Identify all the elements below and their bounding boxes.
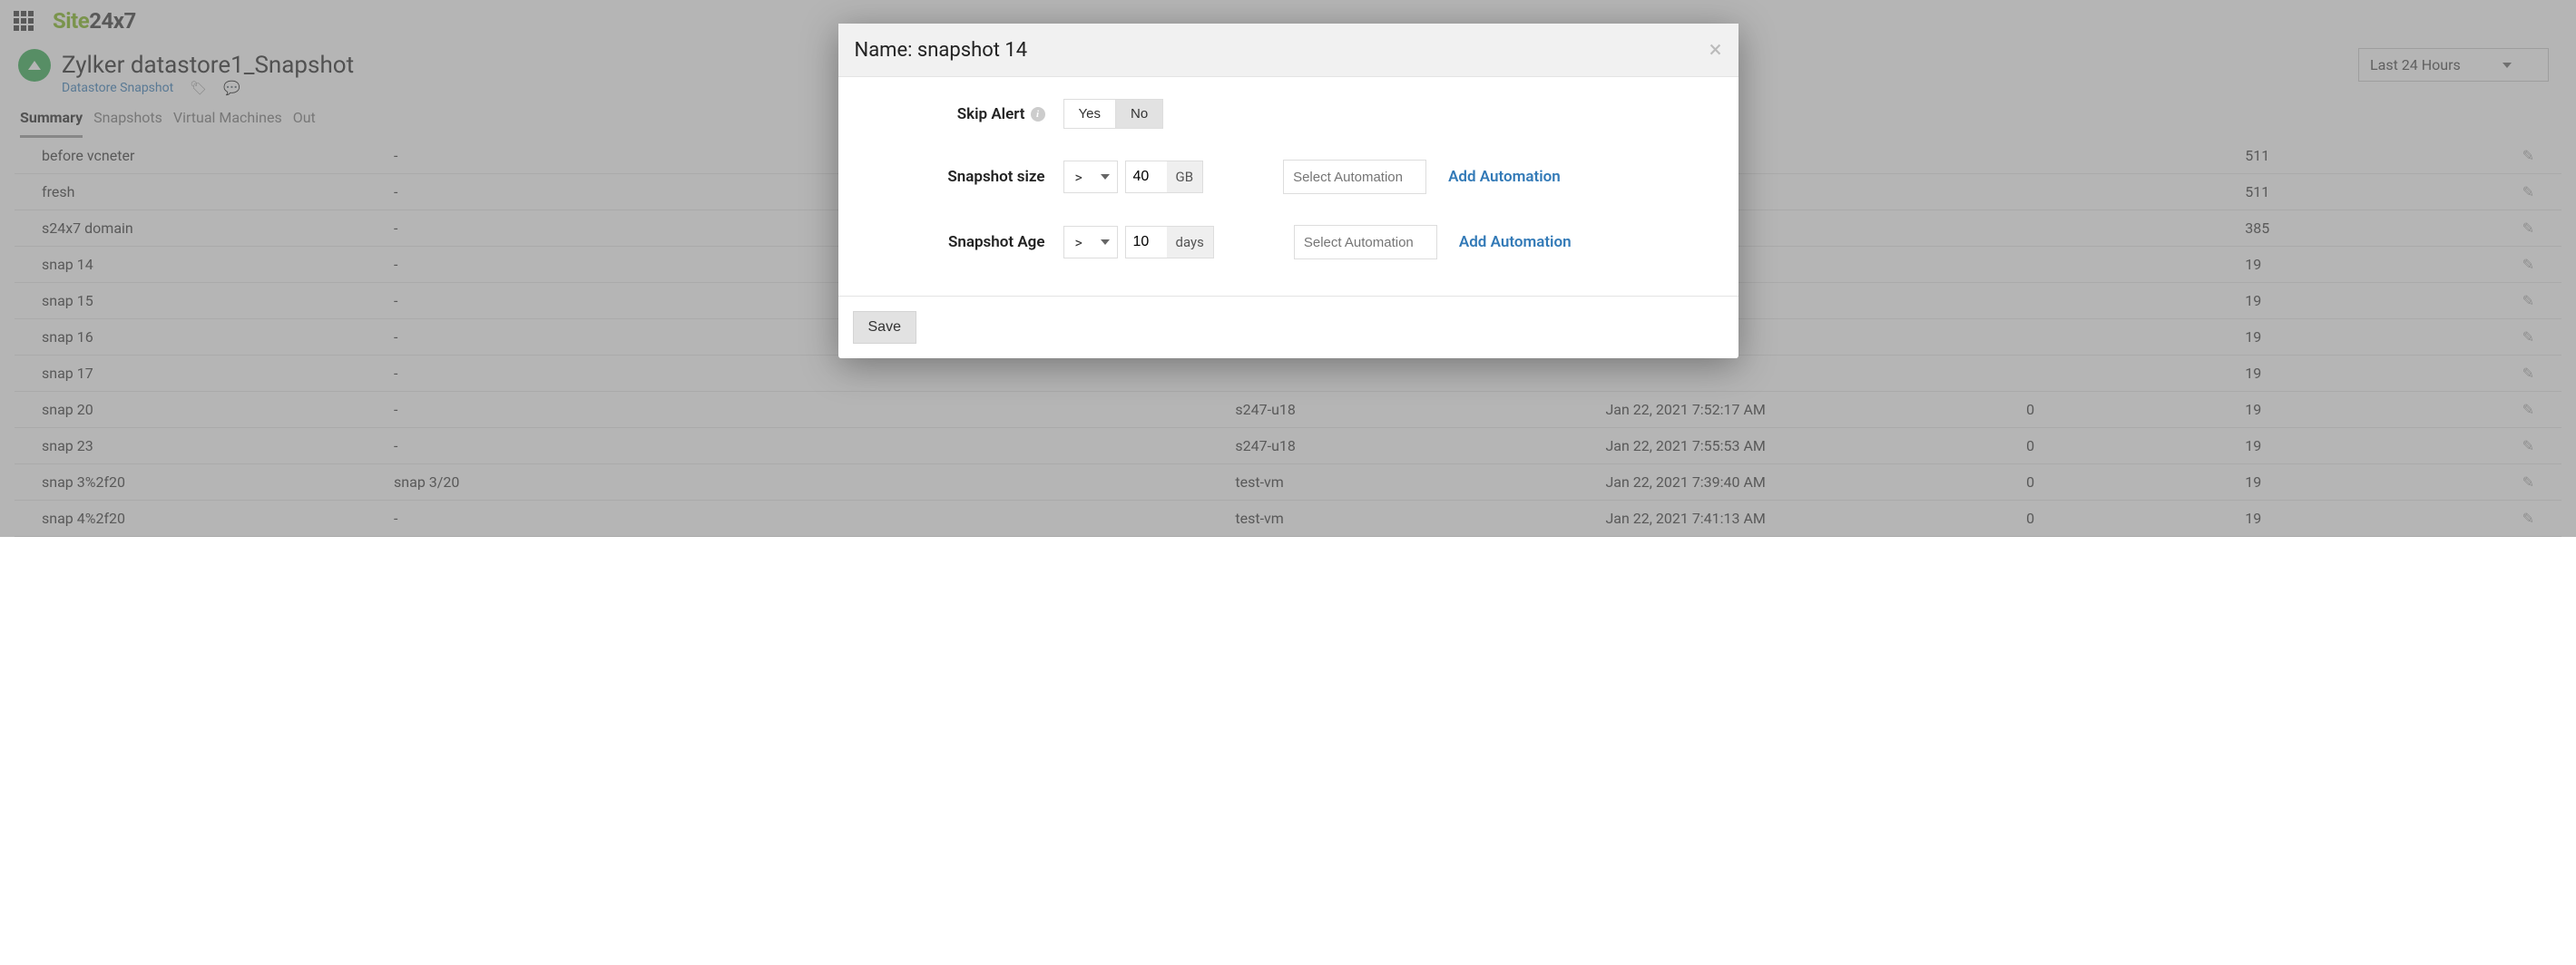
modal-header: Name: snapshot 14 × — [838, 24, 1739, 77]
add-automation-age[interactable]: Add Automation — [1459, 233, 1572, 251]
info-icon[interactable]: i — [1031, 107, 1045, 122]
chevron-down-icon — [1101, 174, 1110, 180]
modal-overlay: Name: snapshot 14 × Skip Alert i Yes No — [0, 0, 2576, 537]
skip-alert-no[interactable]: No — [1115, 100, 1162, 128]
threshold-modal: Name: snapshot 14 × Skip Alert i Yes No — [838, 24, 1739, 358]
size-automation-select[interactable] — [1283, 160, 1426, 194]
skip-alert-yes[interactable]: Yes — [1064, 100, 1115, 128]
age-automation-select[interactable] — [1294, 225, 1437, 259]
chevron-down-icon — [1101, 239, 1110, 245]
age-operator-select[interactable]: > — [1063, 226, 1118, 258]
snapshot-size-label: Snapshot size — [947, 168, 1044, 186]
save-button[interactable]: Save — [853, 311, 916, 344]
close-icon[interactable]: × — [1709, 38, 1722, 62]
snapshot-age-label: Snapshot Age — [948, 233, 1045, 251]
age-unit-label: days — [1167, 226, 1214, 258]
skip-alert-toggle: Yes No — [1063, 99, 1164, 129]
skip-alert-label: Skip Alert — [957, 105, 1025, 123]
add-automation-size[interactable]: Add Automation — [1448, 168, 1561, 186]
size-unit-label: GB — [1167, 161, 1204, 193]
modal-title: Name: snapshot 14 — [855, 39, 1028, 62]
size-operator-select[interactable]: > — [1063, 161, 1118, 193]
